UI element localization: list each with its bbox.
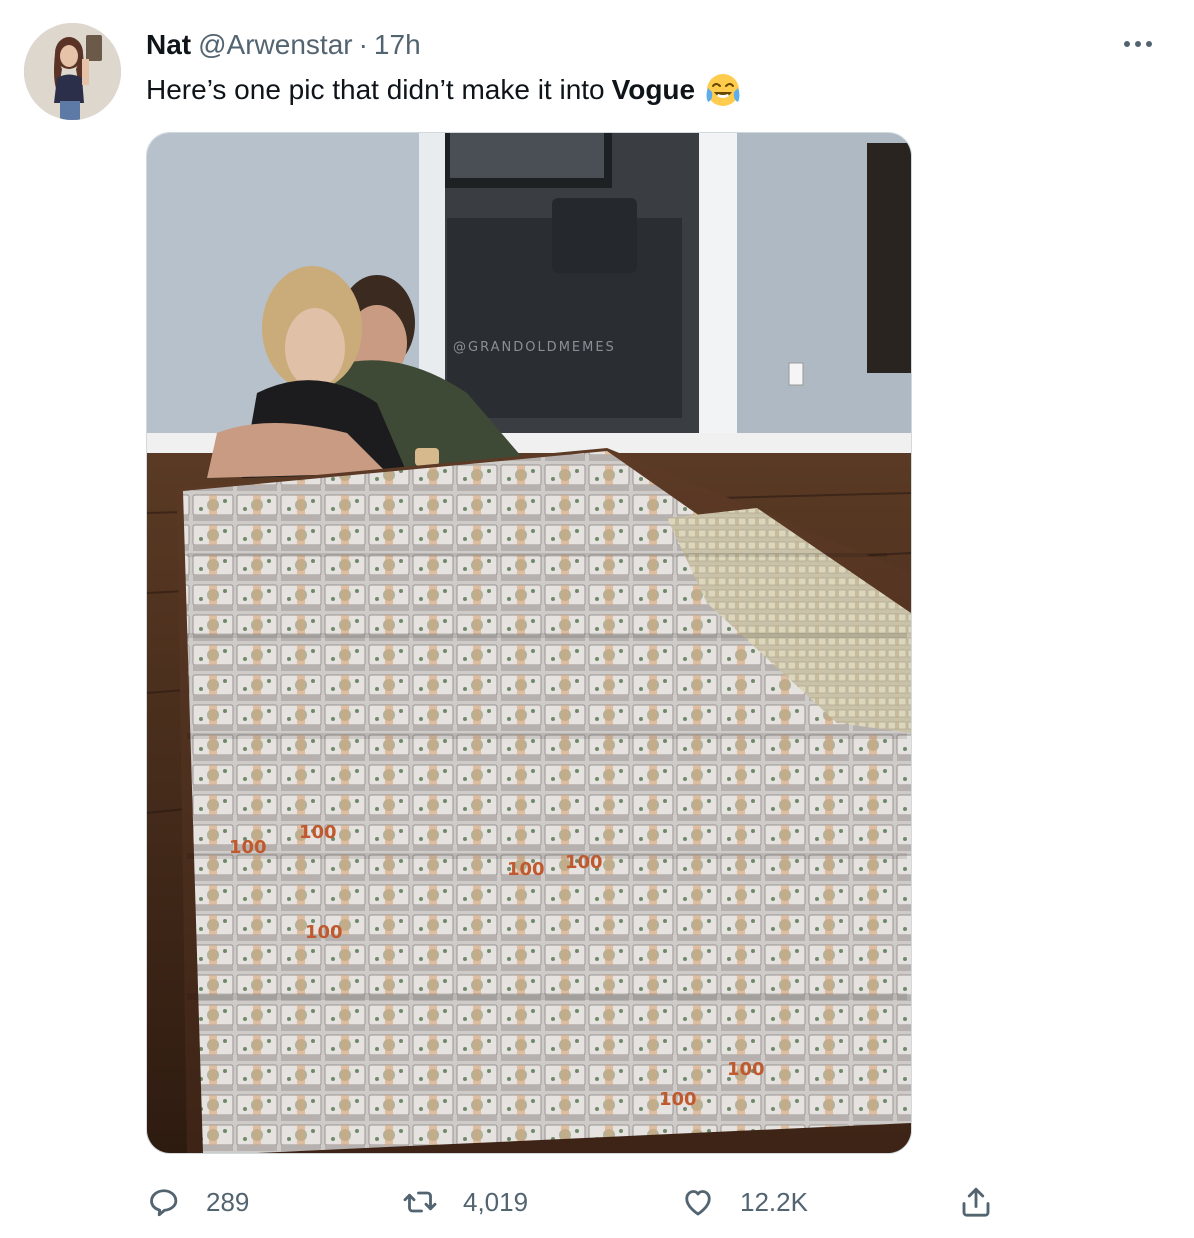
retweet-icon [401,1184,439,1220]
svg-text:100: 100 [659,1089,697,1110]
tweet-photo[interactable]: @GRANDOLDMEMES 100 100 100 100 100 100 1… [146,132,912,1154]
svg-text:100: 100 [305,922,343,943]
reply-count: 289 [206,1186,250,1217]
author-name[interactable]: Nat [146,29,191,61]
tweet-text: Here’s one pic that didn’t make it into … [146,70,741,110]
svg-text:100: 100 [229,837,267,858]
tweet-text-main: Here’s one pic that didn’t make it into [146,74,605,105]
reply-button[interactable]: 289 [146,1178,249,1226]
tweet-text-bold: Vogue [611,74,696,105]
more-horizontal-icon[interactable] [1118,30,1158,58]
heart-icon [680,1184,716,1220]
tweet[interactable]: Nat @Arwenstar · 17h Here’s one pic that… [0,0,1194,1238]
separator: · [358,29,368,60]
reply-icon [146,1184,182,1220]
retweet-button[interactable]: 4,019 [401,1178,528,1226]
face-with-tears-of-joy-icon [705,72,741,108]
avatar[interactable] [24,23,121,120]
svg-text:100: 100 [299,822,337,843]
image-watermark: @GRANDOLDMEMES [453,340,616,355]
share-button[interactable] [958,1178,994,1226]
like-count: 12.2K [740,1186,808,1217]
retweet-count: 4,019 [463,1186,529,1217]
tweet-actions: 289 4,019 12.2K [0,1178,1194,1228]
author-handle[interactable]: @Arwenstar [198,29,352,61]
share-icon [958,1184,994,1220]
tweet-header: Nat @Arwenstar · 17h [146,28,421,62]
svg-text:100: 100 [507,859,545,880]
timestamp[interactable]: 17h [374,29,421,61]
svg-text:100: 100 [727,1059,765,1080]
svg-text:100: 100 [565,852,603,873]
like-button[interactable]: 12.2K [680,1178,808,1226]
